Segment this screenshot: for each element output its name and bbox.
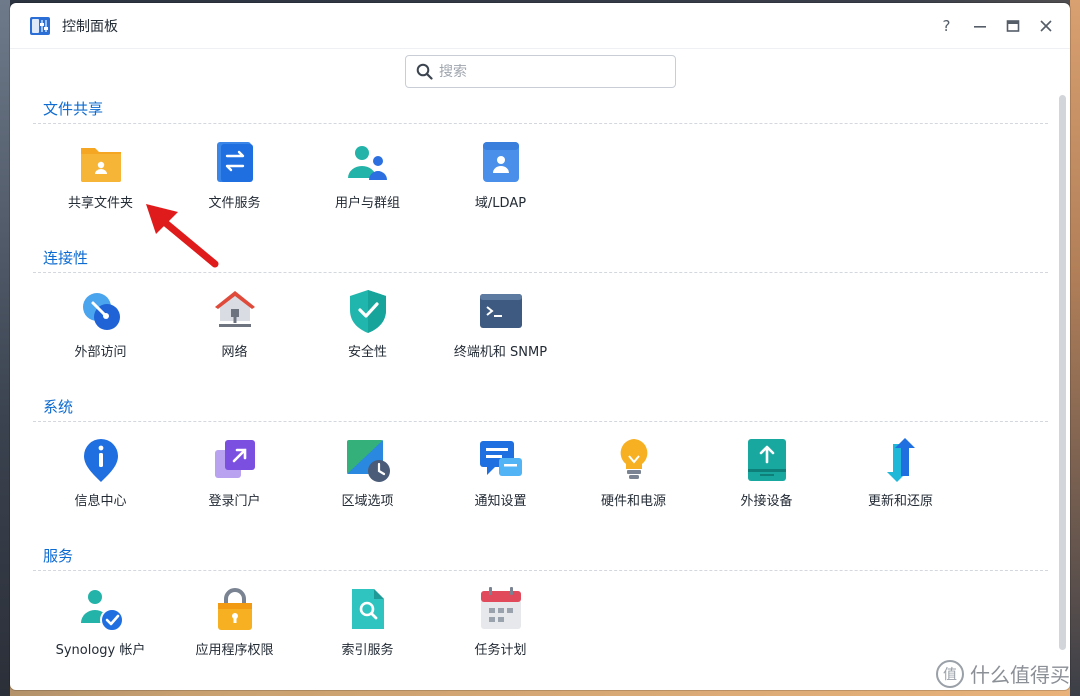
window-title: 控制面板 [62,18,118,35]
item-users-groups[interactable]: 用户与群组 [301,138,434,211]
item-label: Synology 帐户 [55,643,146,658]
item-label: 信息中心 [74,494,127,509]
watermark: 值 什么值得买 [936,659,1070,688]
minimize-icon [973,26,986,28]
item-label: 通知设置 [474,494,527,509]
watermark-text: 什么值得买 [970,663,1070,687]
vertical-scrollbar[interactable] [1059,95,1066,650]
control-panel-content: 文件共享 共享文件夹 文件服务 用户与群组 域/LDAP 连接性 外部访问 网络… [10,91,1050,690]
login-portal-icon [211,436,259,484]
item-label: 外接设备 [740,494,793,509]
search-input[interactable] [439,63,659,80]
item-regional-options[interactable]: 区域选项 [301,436,434,509]
security-shield-icon [344,287,392,335]
section-title: 系统 [43,398,74,416]
item-label: 区域选项 [341,494,394,509]
indexing-service-icon [344,585,392,633]
users-groups-icon [344,138,392,186]
update-restore-icon [877,436,925,484]
item-task-scheduler[interactable]: 任务计划 [434,585,567,658]
task-scheduler-icon [477,585,525,633]
regional-options-icon [344,436,392,484]
annotation-arrow-icon [146,204,219,268]
item-notification[interactable]: 通知设置 [434,436,567,509]
section-title: 服务 [43,547,74,565]
item-external-access[interactable]: 外部访问 [34,287,167,360]
item-label: 应用程序权限 [195,643,274,658]
domain-ldap-icon [477,138,525,186]
item-label: 更新和还原 [867,494,933,509]
item-label: 索引服务 [341,643,394,658]
item-login-portal[interactable]: 登录门户 [168,436,301,509]
network-icon [211,287,259,335]
item-label: 域/LDAP [474,196,527,211]
item-external-devices[interactable]: 外接设备 [700,436,833,509]
file-services-icon [211,138,259,186]
control-panel-window: 控制面板 ? 文件共享 [10,3,1070,690]
item-label: 硬件和电源 [600,494,666,509]
item-hardware-power[interactable]: 硬件和电源 [567,436,700,509]
info-center-icon [77,436,125,484]
maximize-button[interactable] [996,11,1029,41]
item-indexing-service[interactable]: 索引服务 [301,585,434,658]
notification-icon [477,436,525,484]
item-label: 登录门户 [208,494,261,509]
section-services: 服务 Synology 帐户 应用程序权限 索引服务 任务计划 [33,544,1048,681]
item-label: 外部访问 [74,345,127,360]
item-label: 安全性 [347,345,387,360]
item-app-privileges[interactable]: 应用程序权限 [168,585,301,658]
item-security[interactable]: 安全性 [301,287,434,360]
search-box[interactable] [405,55,676,88]
section-title: 文件共享 [43,100,104,118]
external-access-icon [77,287,125,335]
terminal-icon [477,287,525,335]
watermark-badge-icon: 值 [936,659,964,688]
maximize-icon [1006,20,1019,32]
item-terminal-snmp[interactable]: 终端机和 SNMP [434,287,567,360]
synology-account-icon [77,585,125,633]
control-panel-app-icon [28,14,52,38]
external-devices-icon [743,436,791,484]
item-update-restore[interactable]: 更新和还原 [834,436,967,509]
section-system: 系统 信息中心 登录门户 区域选项 通知设置 硬件和电源 外接设备 更新和还原 [33,395,1048,532]
search-icon [416,63,433,80]
desktop-background-right [1070,0,1080,696]
help-button[interactable]: ? [930,11,963,41]
item-synology-account[interactable]: Synology 帐户 [34,585,167,658]
item-label: 用户与群组 [334,196,400,211]
item-label: 网络 [221,345,248,360]
item-label: 终端机和 SNMP [453,345,548,360]
item-label: 任务计划 [474,643,527,658]
titlebar[interactable]: 控制面板 ? [10,3,1070,49]
minimize-button[interactable] [963,11,996,41]
close-button[interactable] [1029,11,1062,41]
hardware-power-icon [610,436,658,484]
item-domain-ldap[interactable]: 域/LDAP [434,138,567,211]
item-network[interactable]: 网络 [168,287,301,360]
app-privileges-lock-icon [211,585,259,633]
item-info-center[interactable]: 信息中心 [34,436,167,509]
shared-folder-icon [77,138,125,186]
desktop-background-left [0,0,10,696]
close-icon [1039,20,1052,32]
